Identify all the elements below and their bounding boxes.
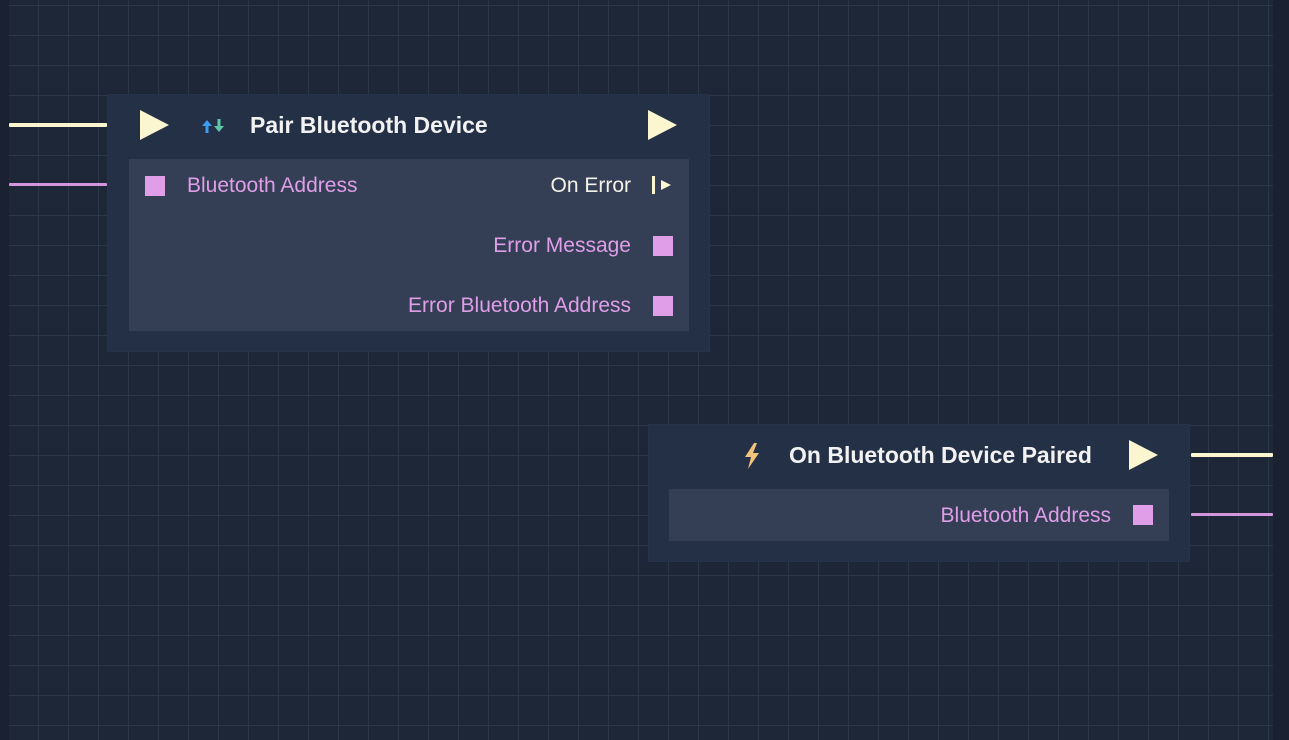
on-bluetooth-device-paired-node[interactable]: On Bluetooth Device Paired Bluetooth Add… bbox=[649, 425, 1189, 561]
exec-wire-out[interactable] bbox=[1191, 453, 1273, 457]
bluetooth-address-input-pin[interactable] bbox=[145, 176, 165, 196]
bluetooth-address-output-label: Bluetooth Address bbox=[940, 504, 1111, 527]
bluetooth-address-wire-in[interactable] bbox=[9, 183, 107, 186]
node-header[interactable]: Pair Bluetooth Device bbox=[108, 95, 709, 157]
node-body: Bluetooth Address bbox=[669, 489, 1169, 541]
pair-bluetooth-device-node[interactable]: Pair Bluetooth Device Bluetooth Address … bbox=[108, 95, 709, 351]
exec-output-pin[interactable] bbox=[648, 110, 677, 140]
canvas-right-edge bbox=[1273, 0, 1289, 740]
arrows-up-down-icon bbox=[198, 116, 228, 141]
exec-wire-in[interactable] bbox=[9, 123, 107, 127]
error-bluetooth-address-output-pin[interactable] bbox=[653, 296, 673, 316]
node-body: Bluetooth Address On Error Error Message… bbox=[129, 159, 689, 331]
lightning-bolt-icon bbox=[741, 442, 763, 475]
bluetooth-address-wire-out[interactable] bbox=[1191, 513, 1273, 516]
exec-input-pin[interactable] bbox=[140, 110, 169, 140]
error-message-label: Error Message bbox=[493, 234, 631, 257]
node-title: Pair Bluetooth Device bbox=[250, 112, 488, 138]
bluetooth-address-input-label: Bluetooth Address bbox=[187, 174, 358, 197]
canvas-left-edge bbox=[0, 0, 9, 740]
exec-output-pin[interactable] bbox=[1129, 440, 1158, 470]
error-bluetooth-address-label: Error Bluetooth Address bbox=[408, 294, 631, 317]
error-message-output-pin[interactable] bbox=[653, 236, 673, 256]
on-error-exec-pin[interactable] bbox=[651, 175, 673, 200]
node-header[interactable]: On Bluetooth Device Paired bbox=[649, 425, 1189, 487]
bluetooth-address-output-pin[interactable] bbox=[1133, 505, 1153, 525]
node-title: On Bluetooth Device Paired bbox=[789, 442, 1092, 468]
on-error-label: On Error bbox=[550, 174, 631, 197]
